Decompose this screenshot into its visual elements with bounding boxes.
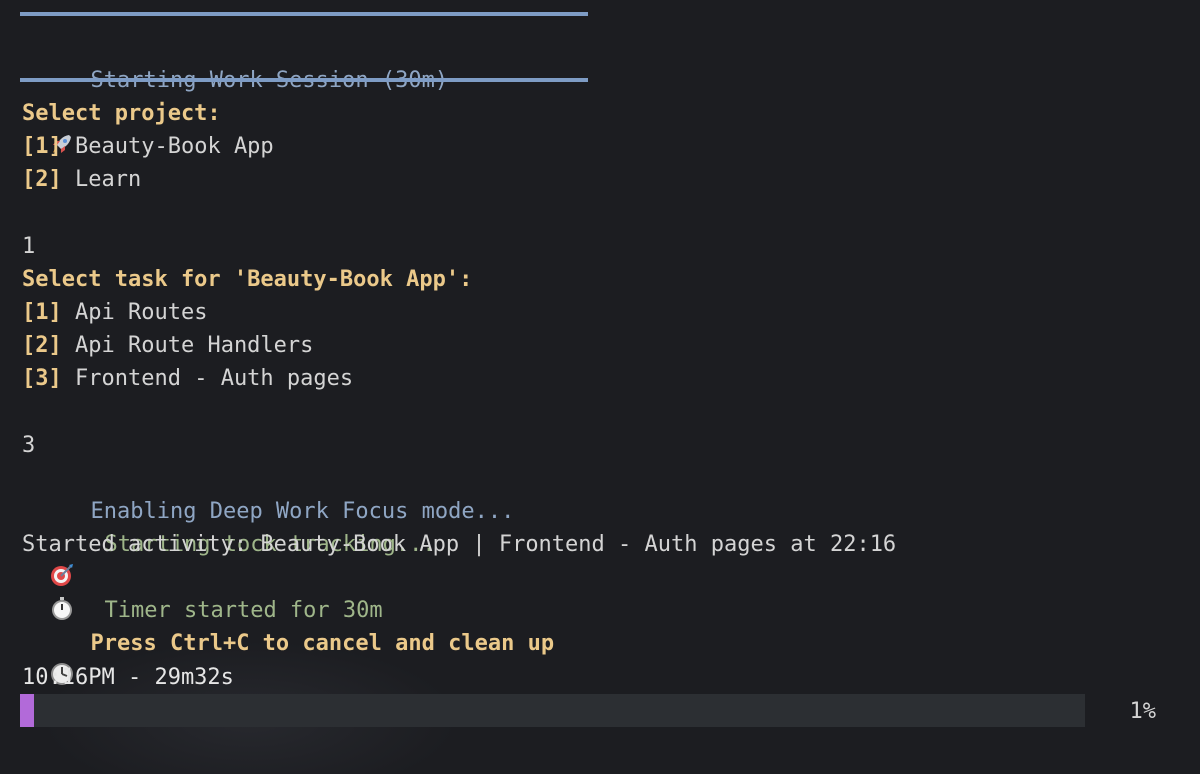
option-key: [2] <box>22 333 62 358</box>
option-key: [1] <box>22 134 62 159</box>
progress-percent: 1% <box>1129 699 1157 724</box>
task-option-2: [2] Api Route Handlers <box>22 329 313 362</box>
project-option-1: [1] Beauty-Book App <box>22 130 274 163</box>
timer-line: Timer started for 30m <box>22 561 383 685</box>
header-rule-bottom <box>20 78 588 82</box>
project-input: 1 <box>22 234 36 259</box>
started-activity-line: Started activity: Beauty-Book App | Fron… <box>22 532 897 557</box>
lightbulb-icon <box>49 628 77 717</box>
option-label: Beauty-Book App <box>75 134 274 159</box>
progress-bar-fill <box>20 694 34 727</box>
option-key: [2] <box>22 167 62 192</box>
task-input: 3 <box>22 433 36 458</box>
session-header: Starting Work Session (30m) <box>22 31 448 153</box>
hint-text: Press Ctrl+C to cancel and clean up <box>90 631 555 656</box>
project-option-2: [2] Learn <box>22 163 141 196</box>
task-option-3: [3] Frontend - Auth pages <box>22 362 353 395</box>
project-prompt-heading: Select project: <box>22 101 221 126</box>
tracking-line: Starting tock tracking... <box>22 495 436 620</box>
option-label: Learn <box>75 167 142 192</box>
task-prompt-heading: Select task for 'Beauty-Book App': <box>22 267 473 292</box>
progress-bar <box>20 694 1085 727</box>
hint-line: Press Ctrl+C to cancel and clean up <box>22 594 554 717</box>
header-rule-top <box>20 12 588 16</box>
option-label: Frontend - Auth pages <box>75 366 354 391</box>
focus-mode-line: Enabling Deep Work Focus mode... <box>22 462 514 586</box>
option-label: Api Route Handlers <box>75 333 314 358</box>
option-key: [1] <box>22 300 62 325</box>
progress-status: 10:16PM - 29m32s <box>22 665 234 690</box>
option-key: [3] <box>22 366 62 391</box>
option-label: Api Routes <box>75 300 208 325</box>
task-option-1: [1] Api Routes <box>22 296 207 329</box>
